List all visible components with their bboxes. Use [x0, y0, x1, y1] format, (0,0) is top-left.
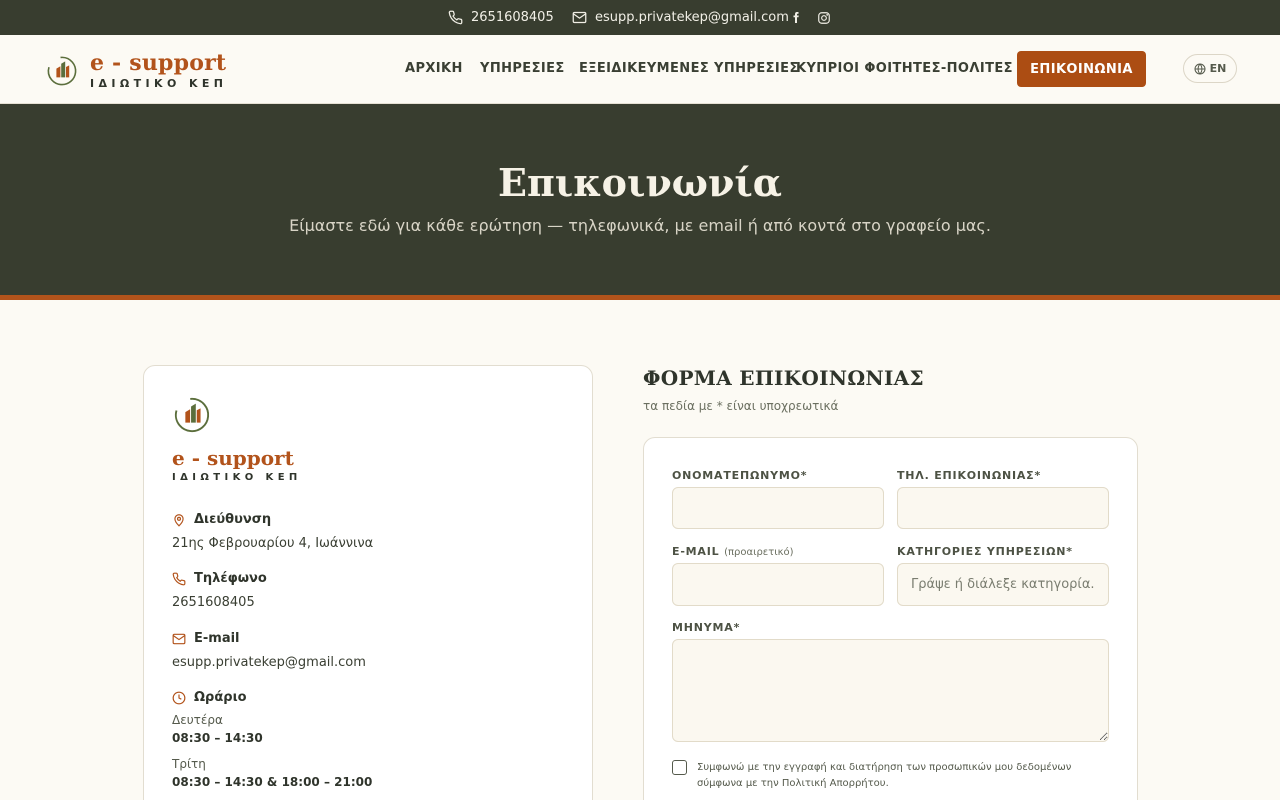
nav-item-specialized-services[interactable]: ΕΞΕΙΔΙΚΕΥΜΕΝΕΣ ΥΠΗΡΕΣΙΕΣ: [579, 61, 799, 76]
name-input[interactable]: [672, 487, 884, 529]
topbar-email-text: esupp.privatekep@gmail.com: [595, 10, 789, 25]
instagram-icon: [818, 11, 830, 24]
hours-time: 08:30 – 14:30 & 18:00 – 21:00: [172, 775, 373, 789]
privacy-consent-text: Συμφωνώ με την εγγραφή και διατήρηση των…: [697, 762, 1072, 789]
mail-icon: [572, 11, 587, 24]
message-field-label: ΜΗΝΥΜΑ*: [672, 621, 741, 634]
email-label: E-mail: [194, 631, 240, 646]
address-block: Διεύθυνση 21ης Φεβρουαρίου 4, Ιωάννινα: [172, 512, 373, 551]
message-textarea[interactable]: [672, 639, 1109, 742]
email-block: E-mail esupp.privatekep@gmail.com: [172, 631, 366, 670]
nav-item-home[interactable]: ΑΡΧΙΚΗ: [405, 61, 463, 76]
hours-day: Τρίτη: [172, 757, 206, 771]
address-label: Διεύθυνση: [194, 512, 272, 527]
address-value: 21ης Φεβρουαρίου 4, Ιωάννινα: [172, 536, 374, 551]
email-field-label: E-MAIL (προαιρετικό): [672, 545, 794, 558]
hero-accent-divider: [0, 295, 1280, 300]
facebook-icon: [793, 12, 799, 23]
facebook-link[interactable]: [790, 0, 802, 35]
phone-value[interactable]: 2651608405: [172, 595, 267, 610]
page-title: Επικοινωνία: [498, 160, 782, 205]
form-title: ΦΟΡΜΑ ΕΠΙΚΟΙΝΩΝΙΑΣ: [643, 366, 924, 390]
phone-icon: [448, 10, 463, 25]
page-hero: Επικοινωνία Είμαστε εδώ για κάθε ερώτηση…: [0, 104, 1280, 295]
brand-title: e - support: [90, 50, 227, 76]
phone-icon: [172, 572, 186, 585]
clock-icon: [172, 691, 186, 704]
email-field-label-text: E-MAIL: [672, 545, 720, 558]
phone-field-label: ΤΗΛ. ΕΠΙΚΟΙΝΩΝΙΑΣ*: [897, 469, 1042, 482]
location-pin-icon: [174, 513, 184, 527]
topbar-phone[interactable]: 2651608405: [448, 0, 554, 35]
nav-item-services[interactable]: ΥΠΗΡΕΣΙΕΣ: [480, 61, 565, 76]
phone-block: Τηλέφωνο 2651608405: [172, 571, 267, 610]
contact-cta-button[interactable]: ΕΠΙΚΟΙΝΩΝΙΑ: [1017, 51, 1146, 87]
contact-info-card: e - support ΙΔΙΩΤΙΚΟ ΚΕΠ Διεύθυνση 21ης …: [143, 365, 593, 800]
contact-cta-label: ΕΠΙΚΟΙΝΩΝΙΑ: [1030, 61, 1133, 77]
topbar-email[interactable]: esupp.privatekep@gmail.com: [572, 0, 789, 35]
globe-icon: [1194, 63, 1206, 74]
name-field-label: ΟΝΟΜΑΤΕΠΩΝΥΜΟ*: [672, 469, 808, 482]
privacy-consent-checkbox[interactable]: [672, 760, 687, 775]
contact-form: ΟΝΟΜΑΤΕΠΩΝΥΜΟ* ΤΗΛ. ΕΠΙΚΟΙΝΩΝΙΑΣ* E-MAIL…: [643, 437, 1138, 800]
email-value[interactable]: esupp.privatekep@gmail.com: [172, 655, 366, 670]
nav-item-cypriot-students[interactable]: ΚΥΠΡΙΟΙ ΦΟΙΤΗΤΕΣ-ΠΟΛΙΤΕΣ: [796, 61, 1013, 76]
brand-subtitle: ΙΔΙΩΤΙΚΟ ΚΕΠ: [90, 77, 228, 90]
top-contact-bar: 2651608405 esupp.privatekep@gmail.com: [0, 0, 1280, 35]
language-label: EN: [1209, 62, 1227, 75]
category-field-label: ΚΑΤΗΓΟΡΙΕΣ ΥΠΗΡΕΣΙΩΝ*: [897, 545, 1073, 558]
hours-label: Ωράριο: [194, 690, 247, 705]
category-combobox[interactable]: [897, 563, 1109, 606]
instagram-link[interactable]: [817, 0, 831, 35]
hours-block: Ωράριο Δευτέρα 08:30 – 14:30 Τρίτη 08:30…: [172, 690, 372, 789]
language-switch-button[interactable]: EN: [1183, 54, 1237, 83]
card-brand-subtitle: ΙΔΙΩΤΙΚΟ ΚΕΠ: [172, 472, 302, 483]
email-optional-hint: (προαιρετικό): [724, 547, 794, 558]
main-navigation: e - support ΙΔΙΩΤΙΚΟ ΚΕΠ ΑΡΧΙΚΗ ΥΠΗΡΕΣΙΕ…: [0, 35, 1280, 104]
card-logo-icon: [174, 397, 210, 433]
card-brand-title: e - support: [172, 446, 294, 470]
logo-mark-icon: [47, 56, 77, 86]
brand-logo[interactable]: e - support ΙΔΙΩΤΙΚΟ ΚΕΠ: [46, 51, 227, 91]
phone-label: Τηλέφωνο: [194, 571, 267, 586]
topbar-phone-text: 2651608405: [471, 10, 554, 25]
hours-time: 08:30 – 14:30: [172, 731, 263, 745]
phone-input[interactable]: [897, 487, 1109, 529]
hours-day: Δευτέρα: [172, 713, 223, 727]
privacy-consent: Συμφωνώ με την εγγραφή και διατήρηση των…: [672, 760, 1107, 792]
page-subtitle: Είμαστε εδώ για κάθε ερώτηση — τηλεφωνικ…: [289, 216, 991, 235]
required-fields-note: τα πεδία με * είναι υποχρεωτικά: [643, 399, 839, 413]
email-input[interactable]: [672, 563, 884, 606]
mail-icon: [172, 633, 186, 644]
